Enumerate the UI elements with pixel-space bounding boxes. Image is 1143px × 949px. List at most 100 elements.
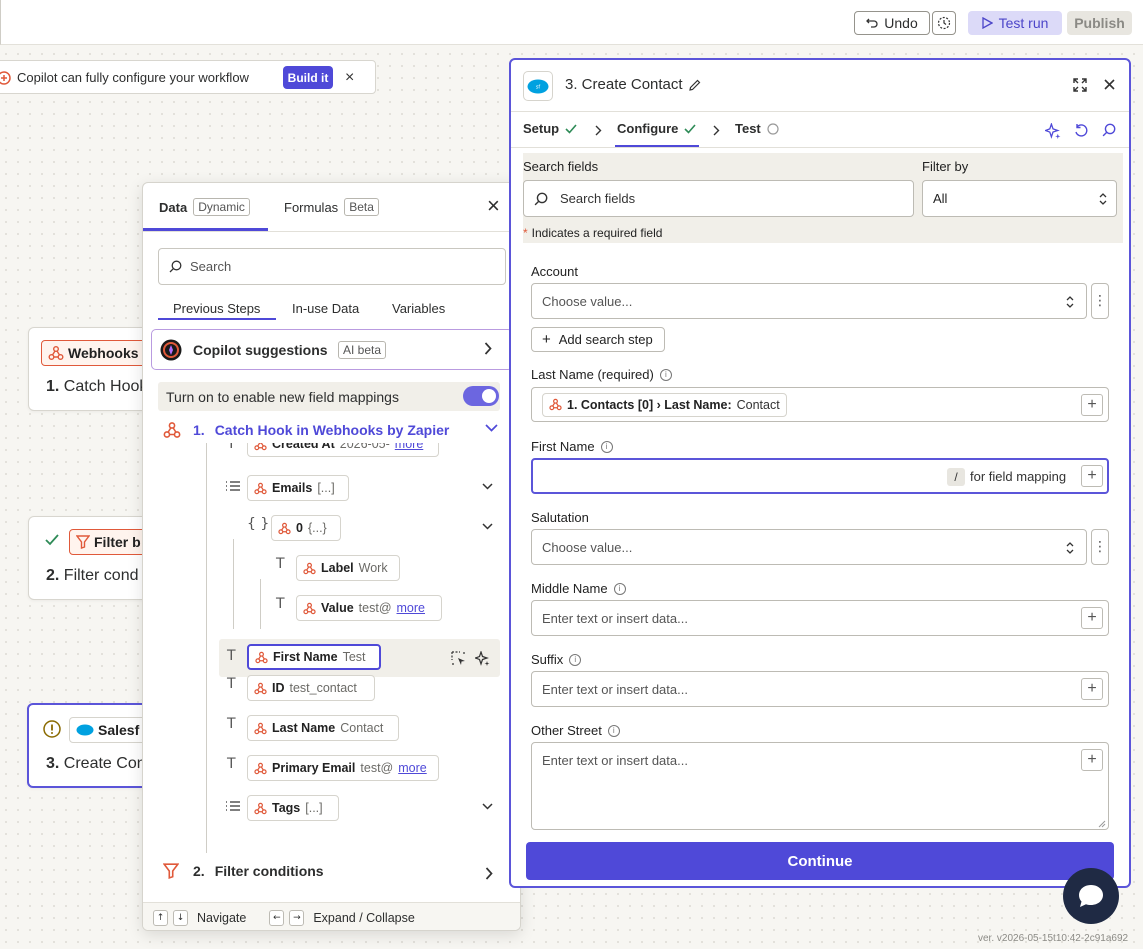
close-icon[interactable]: × <box>487 195 500 217</box>
data-pill-primary-email[interactable]: Primary Email test@ more <box>247 755 439 781</box>
copilot-suggestions-row[interactable]: Copilot suggestions AI beta <box>151 329 513 370</box>
last-name-field[interactable]: 1. Contacts [0] › Last Name: Contact + <box>531 387 1109 422</box>
more-link[interactable]: more <box>398 761 426 775</box>
insert-data-button[interactable]: + <box>1081 607 1103 629</box>
chevron-down-icon[interactable] <box>482 523 493 530</box>
chevron-right-icon <box>713 125 720 136</box>
close-icon[interactable]: × <box>345 69 354 87</box>
webhook-icon <box>163 421 181 439</box>
beta-badge: Beta <box>344 198 379 216</box>
required-note: * Indicates a required field <box>523 226 663 240</box>
canvas-node-filter[interactable]: Filter b 2. Filter cond <box>28 516 161 600</box>
more-link[interactable]: more <box>395 443 423 451</box>
chevron-down-icon[interactable] <box>485 424 498 432</box>
filter-icon <box>163 863 179 879</box>
copilot-icon <box>0 71 11 85</box>
chat-support-button[interactable] <box>1063 868 1119 924</box>
field-mapping-toggle-row: Turn on to enable new field mappings <box>158 382 500 411</box>
pencil-icon[interactable] <box>688 79 701 91</box>
history-icon <box>937 16 951 30</box>
ai-sparkle-icon[interactable] <box>475 651 490 666</box>
middle-name-field[interactable]: Enter text or insert data... + <box>531 600 1109 636</box>
data-pill-tags[interactable]: Tags [...] <box>247 795 339 821</box>
more-link[interactable]: more <box>397 601 425 615</box>
insert-data-button[interactable]: + <box>1081 394 1103 416</box>
build-it-button[interactable]: Build it <box>283 66 333 89</box>
more-options-icon[interactable]: ⋮ <box>1091 283 1109 319</box>
tab-test[interactable]: Test <box>735 121 779 136</box>
chevron-right-icon <box>595 125 602 136</box>
tree-item: T Last Name Contact <box>143 715 520 755</box>
chevron-down-icon[interactable] <box>482 483 493 490</box>
step-2-header[interactable]: 2. Filter conditions <box>163 863 324 879</box>
webhook-icon <box>254 682 267 695</box>
close-icon[interactable] <box>1104 79 1115 90</box>
text-type-icon: T <box>227 648 236 664</box>
tab-formulas[interactable]: Formulas Beta <box>284 198 379 216</box>
salutation-select[interactable]: Choose value... <box>531 529 1087 565</box>
webhook-icon <box>254 802 267 815</box>
search-fields-input[interactable]: Search fields <box>523 180 914 217</box>
chevron-down-icon[interactable] <box>482 803 493 810</box>
data-pill-created-at[interactable]: Created At 2026-05- more <box>247 443 439 457</box>
first-name-field[interactable]: / for field mapping + <box>531 458 1109 494</box>
undo-button[interactable]: Undo <box>854 11 930 35</box>
other-street-textarea[interactable]: Enter text or insert data... + <box>531 742 1109 830</box>
add-search-step-button[interactable]: + Add search step <box>531 327 665 352</box>
insert-data-button[interactable]: + <box>1081 749 1103 771</box>
data-pill-value[interactable]: Value test@ more <box>296 595 442 621</box>
text-type-icon: T <box>227 443 236 452</box>
mapped-data-pill[interactable]: 1. Contacts [0] › Last Name: Contact <box>542 392 787 417</box>
tab-data[interactable]: Data Dynamic <box>159 198 250 216</box>
step-1-header[interactable]: 1. Catch Hook in Webhooks by Zapier <box>163 421 449 439</box>
dynamic-badge: Dynamic <box>193 198 250 216</box>
subtab-previous-steps[interactable]: Previous Steps <box>173 301 260 316</box>
last-name-label: Last Name (required) i <box>531 367 672 382</box>
subtab-in-use-data[interactable]: In-use Data <box>292 301 359 316</box>
data-pill-last-name[interactable]: Last Name Contact <box>247 715 399 741</box>
suffix-field[interactable]: Enter text or insert data... + <box>531 671 1109 707</box>
chevron-right-icon[interactable] <box>485 867 493 880</box>
ai-beta-badge: AI beta <box>338 341 387 359</box>
canvas-node-webhooks[interactable]: Webhooks 1. Catch Hook <box>28 327 161 411</box>
filter-icon <box>76 535 90 549</box>
tab-setup[interactable]: Setup <box>523 121 577 136</box>
continue-button[interactable]: Continue <box>526 842 1114 880</box>
search-icon[interactable] <box>1102 123 1116 137</box>
canvas-node-salesforce[interactable]: Salesf 3. Create Con <box>27 703 161 788</box>
text-type-icon: T <box>227 756 236 772</box>
tree-item-highlighted: T First Name Test <box>219 639 500 677</box>
resize-handle-icon[interactable] <box>1098 820 1106 828</box>
history-button[interactable] <box>932 11 956 35</box>
more-options-icon[interactable]: ⋮ <box>1091 529 1109 565</box>
check-icon <box>684 123 696 134</box>
data-search-input[interactable]: Search <box>158 248 506 285</box>
data-pill-first-name[interactable]: First Name Test <box>247 644 381 670</box>
active-tab-indicator <box>615 145 699 147</box>
data-pill-label[interactable]: Label Work <box>296 555 400 581</box>
select-arrows-icon <box>1066 541 1074 555</box>
arrow-right-key-icon: → <box>289 909 305 926</box>
expand-icon[interactable] <box>1073 78 1087 92</box>
tab-configure[interactable]: Configure <box>617 121 696 136</box>
select-field-icon[interactable] <box>451 651 466 666</box>
slash-key: / <box>947 468 965 486</box>
panel-title: 3. Create Contact <box>565 76 701 93</box>
insert-data-button[interactable]: + <box>1081 678 1103 700</box>
field-mapping-toggle[interactable] <box>463 386 499 406</box>
data-pill-emails[interactable]: Emails [...] <box>247 475 349 501</box>
ai-sparkle-icon[interactable] <box>1045 123 1061 139</box>
text-type-icon: T <box>227 676 236 692</box>
middle-name-label: Middle Name i <box>531 581 626 596</box>
warning-icon <box>43 720 61 738</box>
data-pill-0[interactable]: 0 {...} <box>271 515 341 541</box>
refresh-icon[interactable] <box>1074 123 1089 138</box>
tree-item: T Primary Email test@ more <box>143 755 520 795</box>
insert-data-button[interactable]: + <box>1081 465 1103 487</box>
account-select[interactable]: Choose value... <box>531 283 1087 319</box>
filter-by-select[interactable]: All <box>922 180 1117 217</box>
subtab-variables[interactable]: Variables <box>392 301 445 316</box>
test-run-button[interactable]: Test run <box>968 11 1062 35</box>
publish-button[interactable]: Publish <box>1067 11 1132 35</box>
data-pill-id[interactable]: ID test_contact <box>247 675 375 701</box>
